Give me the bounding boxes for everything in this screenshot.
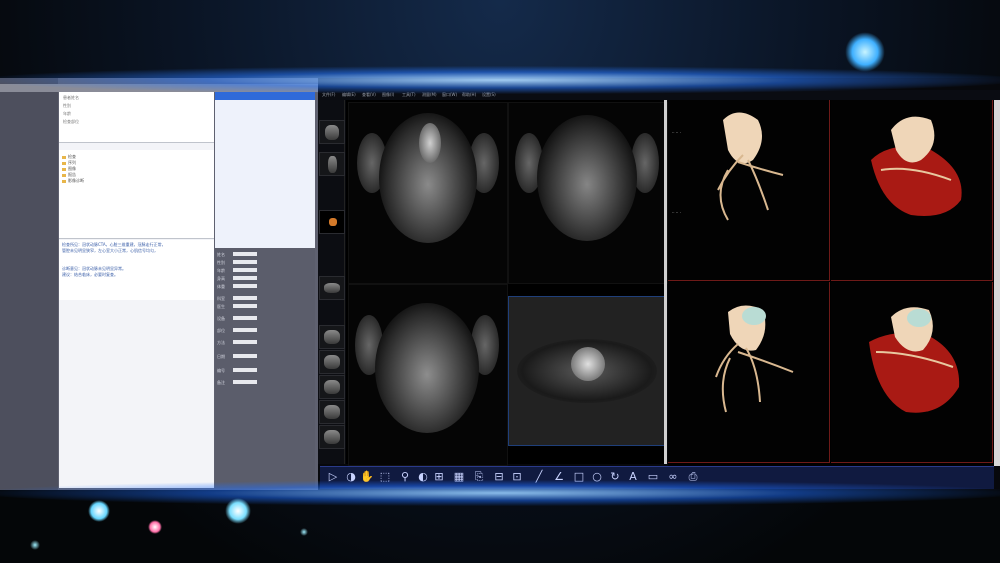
bottom-light-streak bbox=[0, 480, 1000, 506]
form-field[interactable] bbox=[233, 260, 257, 264]
top-light-streak bbox=[0, 66, 1000, 94]
light-particle bbox=[30, 540, 40, 550]
series-2[interactable] bbox=[319, 350, 345, 374]
folder-icon bbox=[62, 179, 66, 183]
light-particle bbox=[148, 520, 162, 534]
tree-item[interactable]: 影像诊断 bbox=[62, 178, 84, 183]
tree-item[interactable]: 序列 bbox=[62, 160, 76, 165]
folder-icon bbox=[62, 161, 66, 165]
properties-list bbox=[215, 92, 315, 248]
form-field[interactable] bbox=[233, 304, 257, 308]
overlay-text: ·· ·· · bbox=[672, 130, 681, 135]
form-field[interactable] bbox=[233, 328, 257, 332]
series-thumbnails bbox=[318, 100, 345, 464]
coronary-artery-render bbox=[717, 112, 784, 221]
coronary-tree-view-2[interactable] bbox=[668, 282, 830, 463]
light-particle bbox=[88, 500, 110, 522]
series-4[interactable] bbox=[319, 400, 345, 424]
series-5[interactable] bbox=[319, 425, 345, 449]
form-field[interactable] bbox=[233, 268, 257, 272]
properties-header bbox=[215, 92, 315, 100]
monitor-screen: 患者姓名 性别 年龄 检查部位 检查 序列 图像 报告 影像诊断 检查所见：冠状… bbox=[0, 78, 1000, 490]
viewport-divider[interactable] bbox=[664, 100, 667, 464]
form-field[interactable] bbox=[233, 380, 257, 384]
heart-render bbox=[871, 116, 962, 216]
light-particle bbox=[845, 32, 885, 72]
left-sidebar bbox=[0, 78, 58, 490]
folder-icon bbox=[62, 173, 66, 177]
volume-render-viewports: ·· ·· · ·· ·· · bbox=[668, 100, 994, 466]
info-row: 检查部位 bbox=[63, 119, 79, 124]
folder-icon bbox=[62, 155, 66, 159]
tree-item[interactable]: 报告 bbox=[62, 172, 76, 177]
spine-thumb[interactable] bbox=[319, 152, 345, 176]
workstation-app: 患者姓名 性别 年龄 检查部位 检查 序列 图像 报告 影像诊断 检查所见：冠状… bbox=[0, 78, 318, 490]
axial-thumb[interactable] bbox=[319, 276, 345, 300]
chest-xray-thumb[interactable] bbox=[319, 120, 345, 144]
patient-info-table: 患者姓名 性别 年龄 检查部位 bbox=[59, 92, 214, 143]
tree-item[interactable]: 检查 bbox=[62, 154, 76, 159]
mri-viewport-coronal-3[interactable] bbox=[348, 284, 508, 466]
note-line: 管腔未见明显狭窄，左心室大小正常，心肌信号均匀， bbox=[62, 248, 158, 253]
heart-view-2[interactable] bbox=[831, 282, 993, 463]
dicom-viewer: 文件(F) 编辑(E) 查看(V) 图像(I) 工具(T) 测量(M) 窗口(W… bbox=[318, 78, 1000, 490]
form-field[interactable] bbox=[233, 340, 257, 344]
coronary-artery-render bbox=[715, 305, 794, 413]
heart-view-1[interactable] bbox=[831, 100, 993, 281]
info-row: 患者姓名 bbox=[63, 95, 79, 100]
note-line: 诊断意见：冠状动脉未见明显异常。 bbox=[62, 266, 126, 271]
form-field[interactable] bbox=[233, 316, 257, 320]
mri-viewport-axial[interactable] bbox=[508, 296, 666, 446]
mri-viewport-coronal-1[interactable] bbox=[348, 102, 508, 284]
tree-item[interactable]: 图像 bbox=[62, 166, 76, 171]
overlay-text: ·· ·· · bbox=[672, 210, 681, 215]
patient-panel: 患者姓名 性别 年龄 检查部位 检查 序列 图像 报告 影像诊断 检查所见：冠状… bbox=[59, 92, 214, 488]
note-line: 建议：结合临床，必要时复查。 bbox=[62, 272, 118, 277]
study-tree: 检查 序列 图像 报告 影像诊断 bbox=[59, 150, 214, 239]
form-field[interactable] bbox=[233, 368, 257, 372]
form-field[interactable] bbox=[233, 276, 257, 280]
light-particle bbox=[300, 528, 308, 536]
report-notes[interactable]: 检查所见：冠状动脉CTA，心脏三维重建，冠脉走行正常， 管腔未见明显狭窄，左心室… bbox=[59, 240, 214, 300]
info-row: 性别 bbox=[63, 103, 71, 108]
heart-render bbox=[869, 307, 960, 413]
series-3[interactable] bbox=[319, 375, 345, 399]
info-row: 年龄 bbox=[63, 111, 71, 116]
mri-viewport-coronal-2[interactable] bbox=[508, 102, 668, 284]
note-line: 检查所见：冠状动脉CTA，心脏三维重建，冠脉走行正常， bbox=[62, 242, 166, 247]
light-particle bbox=[225, 498, 251, 524]
series-1[interactable] bbox=[319, 325, 345, 349]
folder-icon bbox=[62, 167, 66, 171]
right-scrollbar[interactable] bbox=[994, 100, 1000, 466]
coronary-tree-view-1[interactable]: ·· ·· · ·· ·· · bbox=[668, 100, 830, 281]
form-field[interactable] bbox=[233, 252, 257, 256]
form-field[interactable] bbox=[233, 354, 257, 358]
form-field[interactable] bbox=[233, 284, 257, 288]
mri-viewports bbox=[346, 100, 668, 466]
properties-panel: 姓名 性别 年龄 身高 体重 科室 医生 设备 部位 方法 日期 编号 备注 bbox=[215, 92, 315, 488]
slice-thumb[interactable] bbox=[319, 210, 345, 234]
form-field[interactable] bbox=[233, 296, 257, 300]
